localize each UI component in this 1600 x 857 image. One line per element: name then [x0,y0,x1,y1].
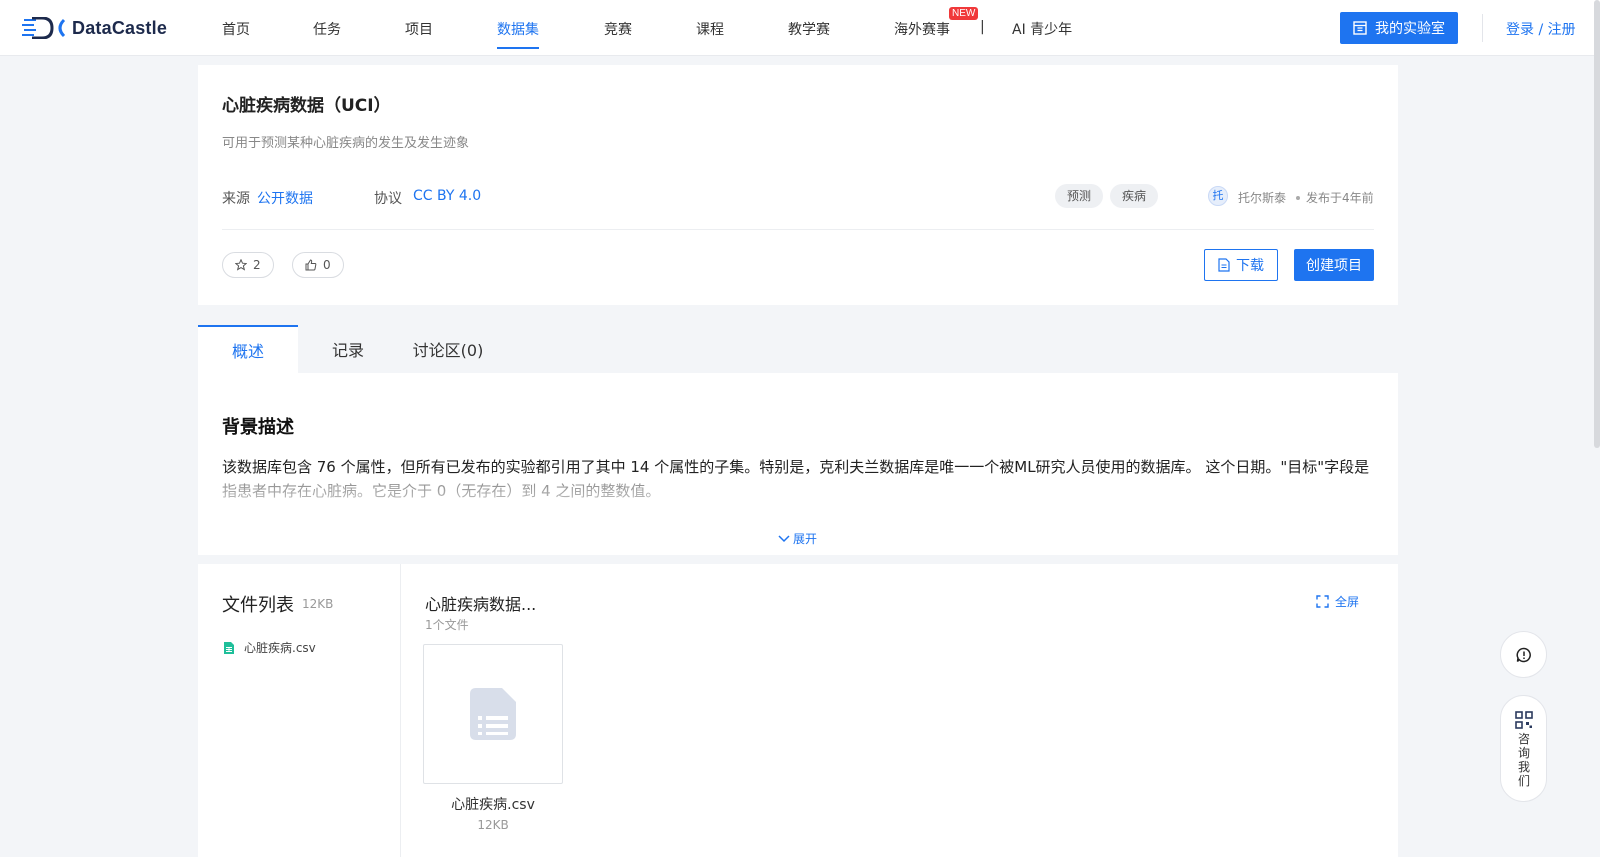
meta-dot [1296,196,1300,200]
background-heading: 背景描述 [222,417,294,438]
nav-item-datasets[interactable]: 数据集 [497,19,539,49]
nav-item-projects[interactable]: 项目 [405,19,433,39]
top-navbar: DataCastle 首页 任务 项目 数据集 竞赛 课程 教学赛 海外赛事 N… [0,0,1600,56]
author-name[interactable]: 托尔斯泰 [1238,189,1286,206]
author-avatar[interactable]: 托 [1208,186,1228,206]
star-button[interactable]: 2 [222,252,274,278]
fullscreen-button[interactable]: 全屏 [1316,593,1359,610]
nav-item-overseas-events[interactable]: 海外赛事 [894,19,950,39]
files-section: 文件列表 12KB 心脏疾病.csv 心脏疾病数据... 1个文件 全屏 心脏疾… [198,564,1398,857]
like-button[interactable]: 0 [292,252,344,278]
expand-button[interactable]: 展开 [778,530,817,547]
nav-item-competitions[interactable]: 竞赛 [604,19,632,39]
download-button[interactable]: 下载 [1204,249,1278,281]
source-label: 来源 [222,191,250,207]
consult-us-label: 咨询我们 [1518,732,1531,788]
download-label: 下载 [1236,258,1264,274]
dataset-title: 心脏疾病数据（UCI） [222,96,391,116]
folder-title: 心脏疾病数据... [425,595,537,614]
published-time: 发布于4年前 [1306,191,1374,205]
file-list-size: 12KB [302,597,334,611]
file-tile-name[interactable]: 心脏疾病.csv [423,794,563,814]
divider [222,229,1374,230]
datacastle-logo[interactable]: DataCastle [22,15,167,41]
nav-item-tasks[interactable]: 任务 [313,19,341,39]
file-list-item[interactable]: 心脏疾病.csv [222,639,316,656]
expand-label: 展开 [793,532,818,546]
like-count: 0 [323,258,331,272]
new-badge: NEW [949,7,979,20]
file-list-panel: 文件列表 12KB 心脏疾病.csv [198,564,401,857]
qr-code-icon [1515,711,1533,729]
fullscreen-icon [1316,595,1329,608]
tag-prediction[interactable]: 预测 [1055,184,1104,208]
create-project-button[interactable]: 创建项目 [1294,249,1374,281]
license-label: 协议 [374,191,402,207]
nav-item-courses[interactable]: 课程 [696,19,724,39]
tab-overview[interactable]: 概述 [198,325,298,373]
lab-icon [1353,21,1367,35]
document-icon [470,688,516,740]
page-scrollbar[interactable] [1594,0,1600,448]
nav-item-teaching-competitions[interactable]: 教学赛 [788,19,830,39]
nav-separator: | [980,19,985,35]
logo-text: DataCastle [72,17,168,38]
thumb-up-icon [305,259,317,271]
file-list-title: 文件列表 [222,595,294,616]
dataset-subtitle: 可用于预测某种心脏疾病的发生及发生迹象 [222,136,470,151]
my-lab-button[interactable]: 我的实验室 [1340,12,1458,44]
divider [1482,14,1483,42]
star-icon [235,259,247,271]
tab-records[interactable]: 记录 [298,325,398,373]
license-link[interactable]: CC BY 4.0 [413,188,481,204]
detail-tabs: 概述 记录 讨论区(0) [198,325,1398,373]
datacastle-logo-icon [22,17,66,39]
tab-discussion[interactable]: 讨论区(0) [398,325,498,373]
file-tile-size: 12KB [477,818,509,832]
nav-item-ai-youth[interactable]: AI 青少年 [1012,19,1072,39]
chevron-down-icon [778,534,790,542]
feedback-icon [1516,647,1531,662]
consult-us-button[interactable]: 咨询我们 [1500,695,1547,802]
source-link[interactable]: 公开数据 [257,188,313,208]
login-register-link[interactable]: 登录 / 注册 [1506,19,1576,39]
my-lab-label: 我的实验室 [1375,21,1445,37]
file-icon [1218,258,1230,272]
dataset-header-card: 心脏疾病数据（UCI） 可用于预测某种心脏疾病的发生及发生迹象 来源 公开数据 … [198,65,1398,305]
background-text: 该数据库包含 76 个属性，但所有已发布的实验都引用了其中 14 个属性的子集。… [222,458,1370,500]
star-count: 2 [253,258,261,272]
feedback-button[interactable] [1500,631,1547,678]
tag-disease[interactable]: 疾病 [1110,184,1159,208]
fullscreen-label: 全屏 [1335,595,1360,609]
csv-file-icon [224,641,234,654]
folder-file-count: 1个文件 [425,618,469,632]
nav-item-home[interactable]: 首页 [222,19,250,39]
file-list-item-name: 心脏疾病.csv [244,641,316,655]
file-tile[interactable] [423,644,563,784]
overview-section: 背景描述 该数据库包含 76 个属性，但所有已发布的实验都引用了其中 14 个属… [198,373,1398,555]
